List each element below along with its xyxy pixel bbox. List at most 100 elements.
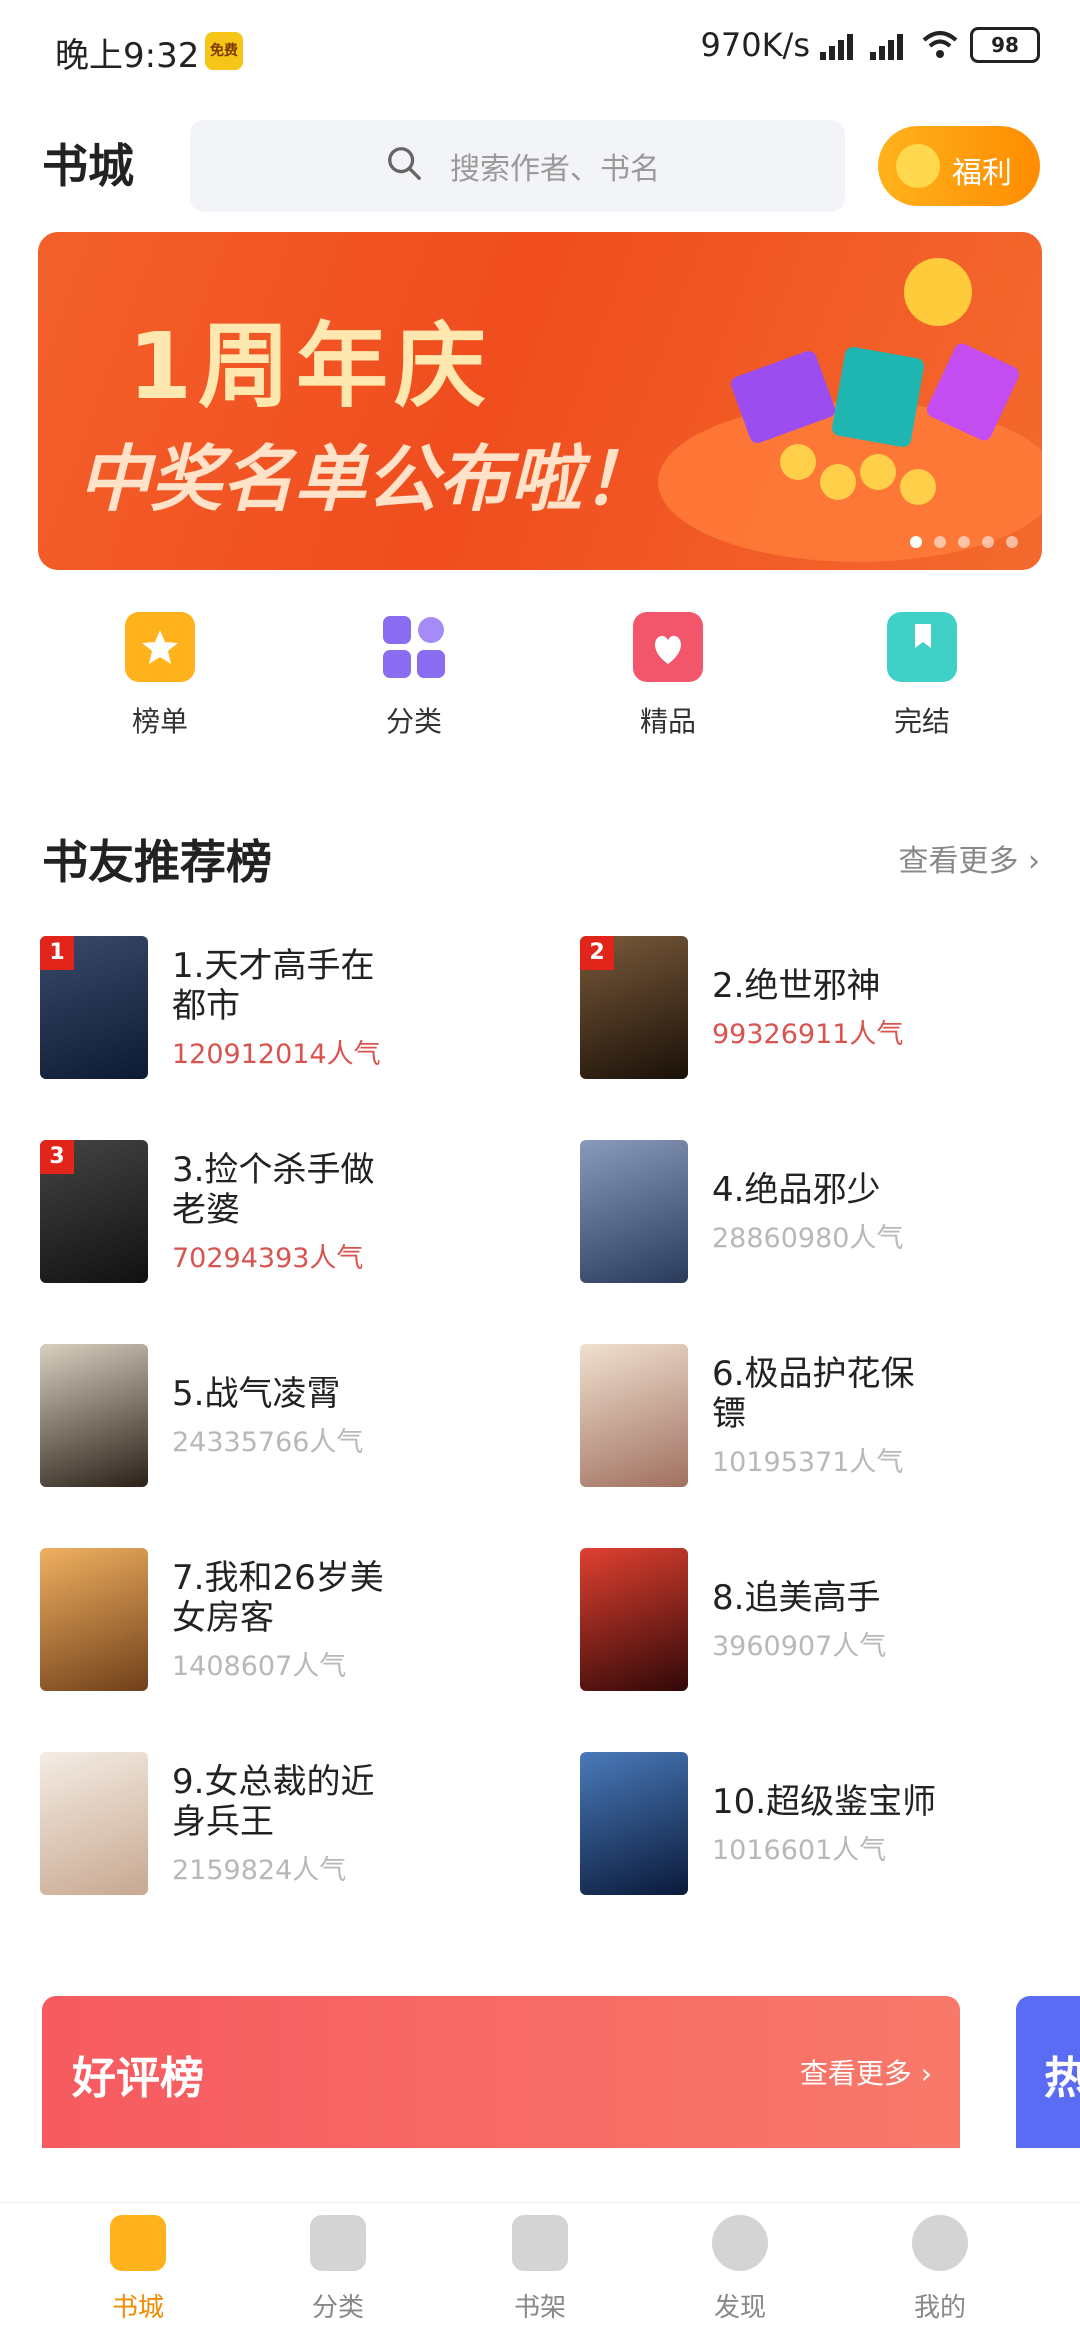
book-item[interactable]: 9.女总裁的近身兵王 2159824人气 xyxy=(40,1752,520,1897)
book-cover: 3 xyxy=(40,1140,148,1283)
welfare-label: 福利 xyxy=(952,156,1012,191)
carousel-dots xyxy=(910,536,1018,548)
search-bar[interactable]: 搜索作者、书名 xyxy=(190,120,845,212)
premium-icon xyxy=(633,612,703,682)
book-title: 7.我和26岁美女房客 xyxy=(172,1558,384,1638)
book-cover xyxy=(40,1548,148,1691)
book-title: 10.超级鉴宝师 xyxy=(712,1782,937,1822)
status-bar: 晚上9:32 免费 970K/s 98 xyxy=(0,0,1080,100)
book-item[interactable]: 10.超级鉴宝师 1016601人气 xyxy=(580,1752,1060,1897)
book-cover: 2 xyxy=(580,936,688,1079)
book-popularity: 99326911人气 xyxy=(712,1019,904,1050)
book-popularity: 70294393人气 xyxy=(172,1243,364,1274)
book-title: 8.追美高手 xyxy=(712,1578,881,1618)
search-icon xyxy=(388,147,421,180)
tab-mine[interactable]: 我的 xyxy=(870,2215,1010,2324)
carousel-dot xyxy=(982,536,994,548)
book-cover xyxy=(580,1140,688,1283)
tab-category[interactable]: 分类 xyxy=(268,2215,408,2324)
book-title: 3.捡个杀手做老婆 xyxy=(172,1150,375,1230)
carousel-dot xyxy=(910,536,922,548)
chevron-right-icon: › xyxy=(1028,844,1040,879)
quick-nav-label: 分类 xyxy=(385,705,442,738)
hot-card[interactable]: 热 xyxy=(1016,1996,1080,2148)
wifi-icon xyxy=(922,31,958,58)
category-icon xyxy=(379,612,449,682)
header: 书城 搜索作者、书名 福利 xyxy=(0,120,1080,220)
quick-nav-premium[interactable]: 精品 xyxy=(588,612,748,740)
welfare-button[interactable]: 福利 xyxy=(878,126,1040,206)
coin-icon xyxy=(896,144,940,188)
free-badge: 免费 xyxy=(205,32,243,70)
quick-nav-label: 精品 xyxy=(639,705,696,738)
banner-headline: 1周年庆 xyxy=(128,313,493,420)
tab-label: 发现 xyxy=(713,2293,766,2323)
tab-bookshelf[interactable]: 书架 xyxy=(470,2215,610,2324)
hot-card-title: 热 xyxy=(1044,2053,1080,2104)
tab-label: 书城 xyxy=(111,2293,164,2323)
book-title: 4.绝品邪少 xyxy=(712,1170,881,1210)
book-popularity: 2159824人气 xyxy=(172,1855,347,1886)
book-popularity: 1016601人气 xyxy=(712,1835,887,1866)
book-popularity: 3960907人气 xyxy=(712,1631,887,1662)
bottom-tab-bar: 书城 分类 书架 发现 我的 xyxy=(0,2202,1080,2341)
bookstore-icon xyxy=(110,2215,166,2271)
signal-hd-icon xyxy=(870,30,910,60)
book-title: 1.天才高手在都市 xyxy=(172,946,375,1026)
tab-discover[interactable]: 发现 xyxy=(670,2215,810,2324)
promo-banner[interactable]: 1周年庆 中奖名单公布啦！ xyxy=(38,232,1042,570)
good-review-more[interactable]: 查看更多 › xyxy=(800,2052,932,2092)
quick-nav-label: 完结 xyxy=(893,705,950,738)
network-speed: 970K/s xyxy=(700,26,810,64)
tab-label: 我的 xyxy=(913,2293,966,2323)
book-cover xyxy=(580,1548,688,1691)
book-title: 9.女总裁的近身兵王 xyxy=(172,1762,375,1842)
planet-icon xyxy=(712,2215,768,2271)
tab-bookstore[interactable]: 书城 xyxy=(68,2215,208,2324)
status-right: 970K/s 98 xyxy=(700,26,1040,64)
book-popularity: 10195371人气 xyxy=(712,1447,904,1478)
book-cover xyxy=(40,1752,148,1895)
book-cover: 1 xyxy=(40,936,148,1079)
book-title: 6.极品护花保镖 xyxy=(712,1354,915,1434)
book-item[interactable]: 1 1.天才高手在都市 120912014人气 xyxy=(40,936,520,1081)
book-popularity: 24335766人气 xyxy=(172,1427,364,1458)
user-icon xyxy=(912,2215,968,2271)
book-item[interactable]: 8.追美高手 3960907人气 xyxy=(580,1548,1060,1693)
see-more-label: 查看更多 xyxy=(898,844,1019,879)
rank-badge: 2 xyxy=(580,936,614,970)
book-item[interactable]: 2 2.绝世邪神 99326911人气 xyxy=(580,936,1060,1081)
quick-nav-rank[interactable]: 榜单 xyxy=(80,612,240,740)
book-cover xyxy=(580,1752,688,1895)
tab-label: 分类 xyxy=(311,2293,364,2323)
see-more-link[interactable]: 查看更多 › xyxy=(898,836,1040,880)
rank-icon xyxy=(125,612,195,682)
book-popularity: 28860980人气 xyxy=(712,1223,904,1254)
book-popularity: 1408607人气 xyxy=(172,1651,347,1682)
banner-subline: 中奖名单公布啦！ xyxy=(78,437,655,521)
book-popularity: 120912014人气 xyxy=(172,1039,381,1070)
good-review-card[interactable]: 好评榜 查看更多 › xyxy=(42,1996,960,2148)
rank-badge: 1 xyxy=(40,936,74,970)
tab-label: 书架 xyxy=(513,2293,566,2323)
finished-icon xyxy=(887,612,957,682)
book-title: 5.战气凌霄 xyxy=(172,1374,341,1414)
quick-nav-finished[interactable]: 完结 xyxy=(842,612,1002,740)
quick-nav-category[interactable]: 分类 xyxy=(334,612,494,740)
book-item[interactable]: 4.绝品邪少 28860980人气 xyxy=(580,1140,1060,1285)
book-item[interactable]: 6.极品护花保镖 10195371人气 xyxy=(580,1344,1060,1489)
status-time: 晚上9:32 xyxy=(55,36,200,76)
book-cover xyxy=(580,1344,688,1487)
book-item[interactable]: 7.我和26岁美女房客 1408607人气 xyxy=(40,1548,520,1693)
carousel-dot xyxy=(1006,536,1018,548)
book-item[interactable]: 3 3.捡个杀手做老婆 70294393人气 xyxy=(40,1140,520,1285)
quick-nav: 榜单 分类 精品 完结 xyxy=(0,612,1080,752)
book-cover xyxy=(40,1344,148,1487)
chevron-right-icon: › xyxy=(920,2057,932,2090)
book-item[interactable]: 5.战气凌霄 24335766人气 xyxy=(40,1344,520,1489)
quick-nav-label: 榜单 xyxy=(131,705,188,738)
bookshelf-icon xyxy=(512,2215,568,2271)
carousel-dot xyxy=(934,536,946,548)
rank-badge: 3 xyxy=(40,1140,74,1174)
search-placeholder: 搜索作者、书名 xyxy=(450,152,660,187)
